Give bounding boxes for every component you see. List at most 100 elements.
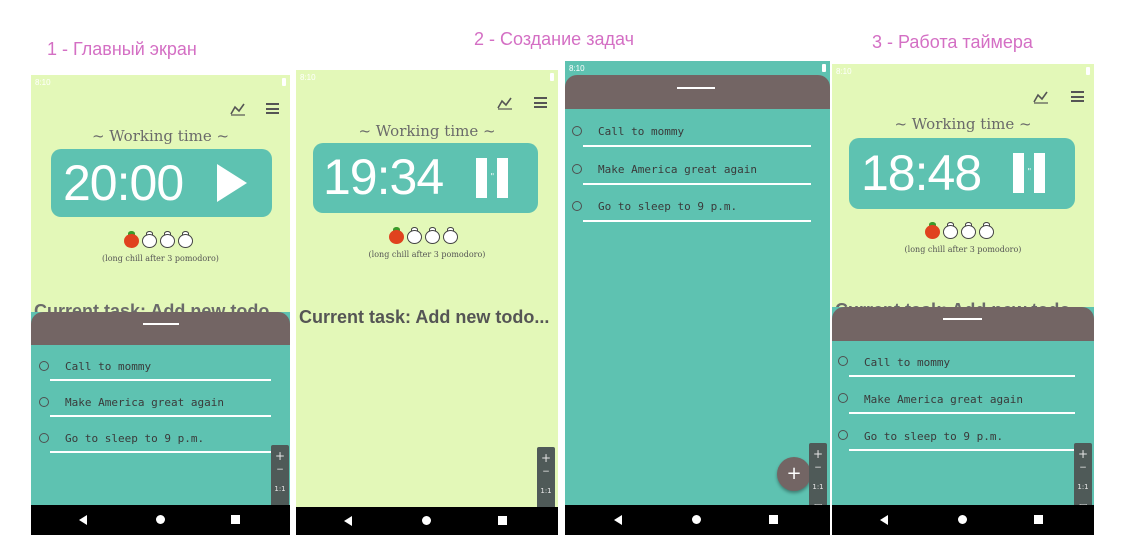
zoom-out-button[interactable]: − — [271, 465, 289, 475]
todo-checkbox[interactable] — [572, 126, 582, 136]
todo-underline — [50, 379, 271, 381]
timer-display: 18:48 — [861, 145, 982, 201]
nav-recent-icon[interactable] — [231, 515, 240, 524]
todo-checkbox[interactable] — [838, 356, 848, 366]
sheet-header[interactable] — [565, 75, 830, 109]
tomato-empty-icon — [424, 227, 441, 244]
tomato-filled-icon — [388, 227, 405, 244]
menu-icon[interactable] — [534, 97, 547, 108]
todo-checkbox[interactable] — [572, 201, 582, 211]
zoom-out-button[interactable]: − — [537, 467, 555, 477]
todo-checkbox[interactable] — [838, 430, 848, 440]
todo-checkbox[interactable] — [39, 397, 49, 407]
zoom-in-button[interactable]: + — [537, 451, 555, 465]
todo-text: Call to mommy — [65, 360, 152, 373]
nav-recent-icon[interactable] — [498, 516, 507, 525]
timer-box[interactable]: 20:00 — [51, 149, 272, 217]
mode-title: ~ Working time ~ — [358, 122, 496, 140]
tomato-empty-icon — [942, 222, 959, 239]
battery-icon — [550, 73, 554, 81]
nav-back-icon[interactable] — [880, 515, 888, 525]
todo-checkbox[interactable] — [838, 393, 848, 403]
pomodoro-counter — [388, 227, 459, 244]
sheet-header[interactable] — [31, 312, 290, 345]
todo-text: Go to sleep to 9 p.m. — [864, 430, 1004, 443]
nav-home-icon[interactable] — [958, 515, 967, 524]
todo-checkbox[interactable] — [572, 164, 582, 174]
zoom-ratio-button[interactable]: 1:1 — [809, 483, 827, 491]
todo-checkbox[interactable] — [39, 361, 49, 371]
todo-item[interactable]: Call to mommy — [31, 354, 290, 388]
caption-task-creation: 2 - Создание задач — [474, 29, 634, 49]
timer-box[interactable]: 19:34 " — [313, 143, 538, 213]
todo-item[interactable]: Make America great again — [832, 388, 1094, 422]
zoom-ratio-button[interactable]: 1:1 — [1074, 483, 1092, 491]
zoom-in-button[interactable]: + — [1074, 447, 1092, 461]
nav-home-icon[interactable] — [156, 515, 165, 524]
nav-home-icon[interactable] — [422, 516, 431, 525]
todo-bottom-sheet[interactable]: Call to mommy Make America great again G… — [565, 75, 830, 505]
todo-item[interactable]: Make America great again — [31, 390, 290, 424]
tomato-empty-icon — [141, 231, 158, 248]
tomato-filled-icon — [924, 222, 941, 239]
todo-bottom-sheet[interactable]: Call to mommy Make America great again G… — [31, 312, 290, 505]
stats-chart-icon[interactable] — [1033, 90, 1049, 104]
status-time: 8:10 — [836, 67, 852, 76]
zoom-in-button[interactable]: + — [809, 447, 827, 461]
todo-item[interactable]: Call to mommy — [565, 122, 830, 156]
todo-text: Make America great again — [65, 396, 224, 409]
todo-item[interactable]: Make America great again — [565, 160, 830, 194]
todo-underline — [50, 451, 271, 453]
todo-text: Make America great again — [598, 163, 757, 176]
nav-back-icon[interactable] — [614, 515, 622, 525]
zoom-out-button[interactable]: − — [809, 463, 827, 473]
menu-icon[interactable] — [1071, 91, 1084, 102]
stats-chart-icon[interactable] — [497, 96, 513, 110]
drag-handle[interactable] — [943, 318, 982, 320]
todo-item[interactable]: Go to sleep to 9 p.m. — [31, 426, 290, 460]
tomato-empty-icon — [177, 231, 194, 248]
status-time: 8:10 — [569, 64, 585, 73]
zoom-in-button[interactable]: + — [271, 449, 289, 463]
timer-box[interactable]: 18:48 " — [849, 138, 1075, 209]
nav-recent-icon[interactable] — [769, 515, 778, 524]
phone-screen-task-creation: 8:10 ~ Working time ~ 19:34 " (long chil… — [296, 70, 558, 535]
nav-back-icon[interactable] — [79, 515, 87, 525]
tomato-empty-icon — [960, 222, 977, 239]
system-nav-bar — [565, 505, 830, 535]
battery-icon — [1086, 67, 1090, 75]
pause-icon[interactable]: " — [476, 158, 512, 198]
tomato-empty-icon — [159, 231, 176, 248]
todo-item[interactable]: Go to sleep to 9 p.m. — [832, 425, 1094, 459]
todo-underline — [583, 220, 811, 222]
battery-icon — [282, 78, 286, 86]
mode-title: ~ Working time ~ — [91, 127, 230, 145]
add-todo-button[interactable]: + — [777, 457, 811, 491]
todo-item[interactable]: Go to sleep to 9 p.m. — [565, 197, 830, 231]
tomato-empty-icon — [406, 227, 423, 244]
zoom-out-button[interactable]: − — [1074, 463, 1092, 473]
play-icon[interactable] — [217, 164, 247, 202]
todo-underline — [849, 412, 1075, 414]
todo-text: Go to sleep to 9 p.m. — [598, 200, 738, 213]
sheet-header[interactable] — [832, 307, 1094, 341]
nav-recent-icon[interactable] — [1034, 515, 1043, 524]
pause-icon[interactable]: " — [1013, 153, 1049, 193]
todo-checkbox[interactable] — [39, 433, 49, 443]
nav-home-icon[interactable] — [692, 515, 701, 524]
current-task-label: Current task: Add new todo... — [299, 307, 550, 327]
todo-underline — [50, 415, 271, 417]
todo-bottom-sheet[interactable]: Call to mommy Make America great again G… — [832, 307, 1094, 505]
menu-icon[interactable] — [266, 103, 279, 114]
stats-chart-icon[interactable] — [230, 102, 246, 116]
drag-handle[interactable] — [143, 323, 179, 325]
drag-handle[interactable] — [677, 87, 715, 89]
zoom-ratio-button[interactable]: 1:1 — [271, 485, 289, 493]
zoom-ratio-button[interactable]: 1:1 — [537, 487, 555, 495]
todo-text: Make America great again — [864, 393, 1023, 406]
nav-back-icon[interactable] — [344, 516, 352, 526]
todo-text: Go to sleep to 9 p.m. — [65, 432, 205, 445]
todo-item[interactable]: Call to mommy — [832, 351, 1094, 385]
system-nav-bar — [296, 507, 558, 535]
todo-underline — [583, 183, 811, 185]
